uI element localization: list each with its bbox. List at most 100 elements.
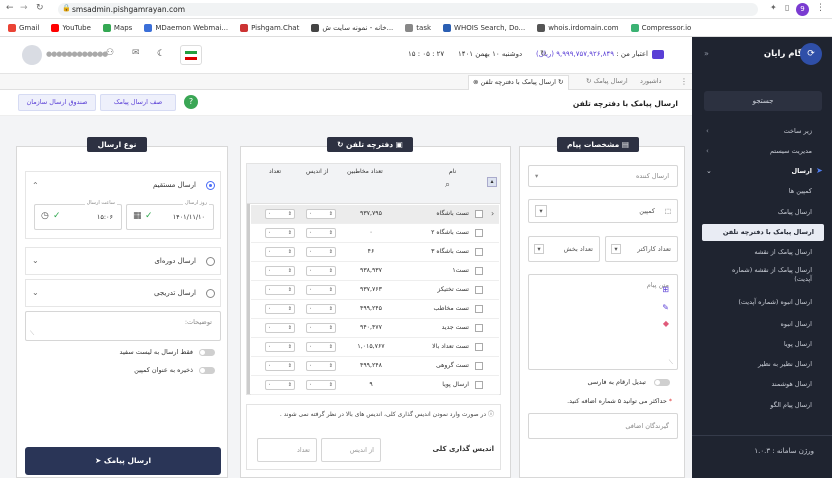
profile-avatar[interactable]: 9 [796, 3, 809, 16]
row-checkbox[interactable] [475, 286, 483, 294]
row-count-stepper[interactable]: ۰ ⇕ [265, 304, 295, 314]
immediate-radio[interactable] [206, 181, 215, 190]
table-row[interactable]: تست باشگاه ۲ ۰ ۰ ⇕ ۰ ⇕ [251, 224, 499, 243]
sidebar-item-send-from-map-updated[interactable]: ارسال پیامک از نقشه (شماره آپدیت) [692, 266, 832, 284]
back-icon[interactable]: ← [6, 3, 14, 13]
sidebar-item-send[interactable]: ارسال [692, 167, 832, 175]
table-row[interactable]: تست تعداد بالا ۱,۰۱۵,۷۶۷ ۰ ⇕ ۰ ⇕ [251, 338, 499, 357]
row-count-stepper[interactable]: ۰ ⇕ [265, 209, 295, 219]
row-checkbox[interactable] [475, 362, 483, 370]
sidebar-item-smart[interactable]: ارسال هوشمند [692, 380, 832, 388]
row-from-index-stepper[interactable]: ۰ ⇕ [306, 361, 336, 371]
wallet-icon[interactable] [652, 50, 664, 59]
row-checkbox[interactable] [475, 267, 483, 275]
bookmark-irdomain[interactable]: whois.irdomain.com [537, 23, 619, 32]
whitelist-only-toggle[interactable] [199, 349, 215, 356]
menu-dots-icon[interactable]: ⋮ [816, 3, 825, 13]
extensions-icon[interactable]: ✦ [770, 3, 777, 12]
row-checkbox[interactable] [475, 210, 483, 218]
address-bar[interactable]: smsadmin.pishgamrayan.com [58, 3, 758, 16]
row-count-stepper[interactable]: ۰ ⇕ [265, 342, 295, 352]
refresh-credit-icon[interactable]: ↻ [540, 49, 547, 58]
row-checkbox[interactable] [475, 324, 483, 332]
sidebar-item-phonebook-send[interactable]: ارسال پیامک با دفترچه تلفن [702, 224, 824, 241]
table-row[interactable]: تست باشگاه ۳ ۴۶ ۰ ⇕ ۰ ⇕ [251, 243, 499, 262]
eraser-icon[interactable]: ◆ [663, 319, 669, 328]
bookmark-home-sample[interactable]: خانه - نمونه سایت ش... [311, 23, 393, 32]
table-row[interactable]: تست گروهی ۴۹۹,۲۴۸ ۰ ⇕ ۰ ⇕ [251, 357, 499, 376]
sidebar-item-peer-to-peer[interactable]: ارسال نظیر به نظیر [692, 360, 832, 368]
chevron-down-icon[interactable]: ⌄ [32, 256, 39, 265]
row-from-index-stepper[interactable]: ۰ ⇕ [306, 323, 336, 333]
bookmark-gmail[interactable]: Gmail [8, 23, 39, 32]
table-row[interactable]: تست۱ ۹۳۸,۹۳۷ ۰ ⇕ ۰ ⇕ [251, 262, 499, 281]
resize-handle-icon[interactable]: ⟋ [30, 330, 34, 338]
parts-count-field[interactable]: تعداد بخش ▾ [528, 236, 600, 262]
tab-send-sms[interactable]: ↻ ارسال پیامک [586, 77, 628, 85]
sidebar-search-button[interactable]: جستجو [704, 91, 822, 111]
row-from-index-stepper[interactable]: ۰ ⇕ [306, 304, 336, 314]
resize-handle-icon[interactable]: ⟋ [669, 359, 673, 367]
tabs-menu-icon[interactable]: ⋮ [680, 77, 688, 86]
sidebar-item-send-from-map[interactable]: ارسال پیامک از نقشه [692, 248, 832, 256]
row-count-stepper[interactable]: ۰ ⇕ [265, 323, 295, 333]
chevron-down-icon[interactable]: ⌄ [32, 288, 39, 297]
extra-recipients-input[interactable]: گیرندگان اضافی [528, 413, 678, 439]
sidebar-item-bulk-updated[interactable]: ارسال انبوه (شماره آپدیت) [692, 298, 832, 306]
save-campaign-toggle[interactable] [199, 367, 215, 374]
tab-phonebook-send[interactable]: ⊗ ارسال پیامک با دفترچه تلفن ↻ [468, 75, 569, 90]
row-checkbox[interactable] [475, 343, 483, 351]
row-count-stepper[interactable]: ۰ ⇕ [265, 361, 295, 371]
row-count-stepper[interactable]: ۰ ⇕ [265, 228, 295, 238]
table-scrollbar[interactable] [247, 204, 250, 394]
send-sms-button[interactable]: ➤ ارسال پیامک [25, 447, 221, 475]
sidebar-item-dynamic[interactable]: ارسال پویا [692, 340, 832, 348]
row-checkbox[interactable] [475, 229, 483, 237]
row-from-index-stepper[interactable]: ۰ ⇕ [306, 247, 336, 257]
bookmark-task[interactable]: task [405, 23, 431, 32]
link-icon[interactable]: ✎ [662, 303, 669, 312]
bookmark-youtube[interactable]: YouTube [51, 23, 91, 32]
row-count-stepper[interactable]: ۰ ⇕ [265, 247, 295, 257]
sidebar-item-bulk[interactable]: ارسال انبوه [692, 320, 832, 328]
table-row[interactable]: ارسال پویا ۹ ۰ ⇕ ۰ ⇕ [251, 376, 499, 395]
dark-mode-icon[interactable]: ☾ [157, 49, 165, 59]
global-from-index-input[interactable]: از اندیس [321, 438, 381, 462]
sidebar-item-infrastructure[interactable]: زیر ساخت [692, 127, 832, 135]
table-row[interactable]: تست مخاطب ۴۹۹,۲۴۵ ۰ ⇕ ۰ ⇕ [251, 300, 499, 319]
char-count-field[interactable]: تعداد کاراکتر ▾ [605, 236, 678, 262]
sidebar-item-campaigns[interactable]: کمپین ها [692, 187, 832, 195]
sidebar-item-system-management[interactable]: مدیریت سیستم [692, 147, 832, 155]
send-time-input[interactable]: ساعت ارسال ۱۵:۰۶ ◷ ✓ [34, 200, 122, 230]
row-count-stepper[interactable]: ۰ ⇕ [265, 266, 295, 276]
tab-dashboard[interactable]: داشبورد [640, 77, 662, 85]
row-from-index-stepper[interactable]: ۰ ⇕ [306, 228, 336, 238]
periodic-radio[interactable] [206, 257, 215, 266]
search-icon[interactable]: ⌕ [445, 180, 450, 190]
lock-icon[interactable]: 🔒 [62, 4, 71, 12]
collapse-sidebar-icon[interactable]: » [704, 49, 709, 58]
bookmark-compressor[interactable]: Compressor.io [630, 23, 691, 32]
chevron-right-icon[interactable]: › [491, 209, 494, 218]
message-textarea[interactable]: متن پیام ⊞ ✎ ◆ ⟋ [528, 274, 678, 370]
sidebar-item-send-sms[interactable]: ارسال پیامک [692, 208, 832, 216]
bookmark-whois[interactable]: WHOIS Search, Do... [443, 23, 525, 32]
mail-icon[interactable]: ✉ [132, 48, 140, 58]
tab-close-icon[interactable]: ⊗ [473, 78, 481, 86]
global-count-input[interactable]: تعداد [257, 438, 317, 462]
row-checkbox[interactable] [475, 248, 483, 256]
send-date-input[interactable]: روز ارسال ۱۴۰۱/۱۱/۱۰ ▦ ✓ [126, 200, 214, 230]
sms-queue-button[interactable]: صف ارسال پیامک [100, 94, 176, 111]
chevron-up-icon[interactable]: ⌃ [32, 181, 39, 190]
table-row[interactable]: تست جدید ۹۴۰,۴۷۷ ۰ ⇕ ۰ ⇕ [251, 319, 499, 338]
row-from-index-stepper[interactable]: ۰ ⇕ [306, 380, 336, 390]
help-icon[interactable]: ? [184, 95, 198, 109]
row-checkbox[interactable] [475, 305, 483, 313]
gradual-radio[interactable] [206, 289, 215, 298]
row-count-stepper[interactable]: ۰ ⇕ [265, 285, 295, 295]
bookmark-mdaemon[interactable]: MDaemon Webmai... [144, 23, 228, 32]
forward-icon[interactable]: → [20, 3, 28, 13]
table-row[interactable]: › تست باشگاه ۹۳۷,۷۹۵ ۰ ⇕ ۰ ⇕ [251, 205, 499, 224]
periodic-send-section[interactable]: ارسال دوره‌ای ⌄ [25, 247, 221, 275]
persian-digits-toggle[interactable] [654, 379, 670, 386]
